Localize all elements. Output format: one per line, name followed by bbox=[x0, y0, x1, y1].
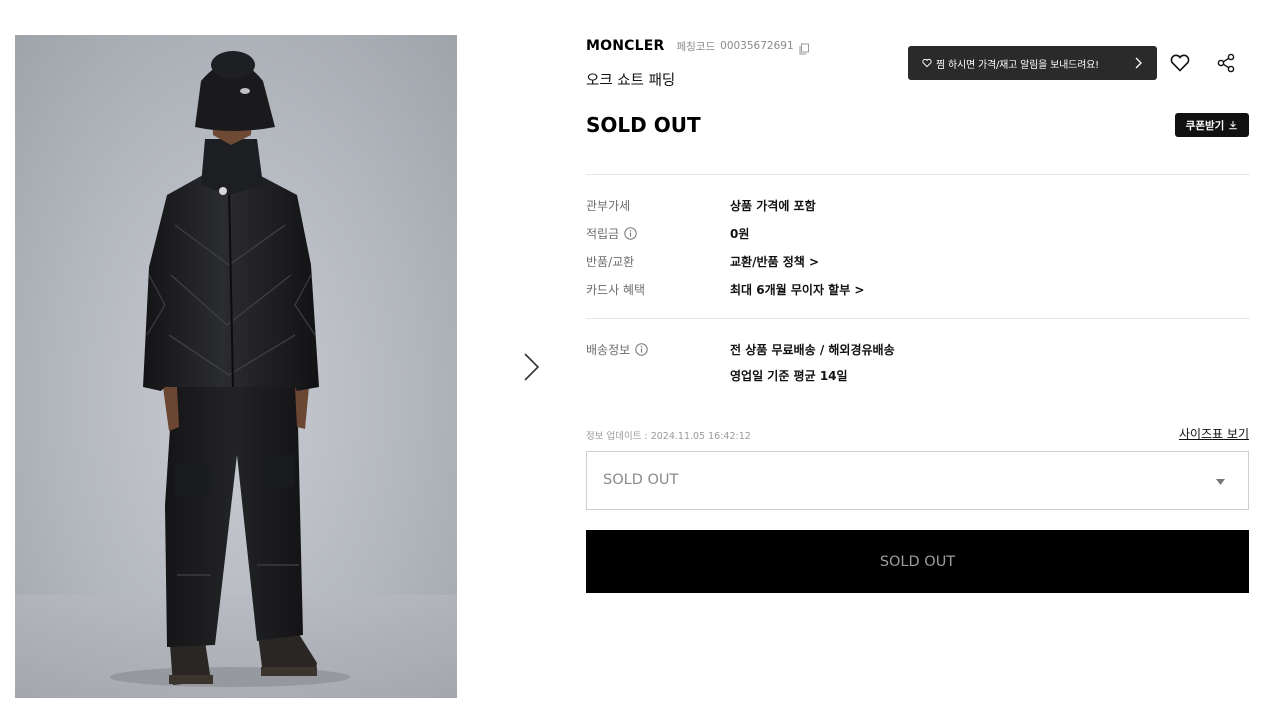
product-image bbox=[15, 35, 457, 698]
next-image-button[interactable] bbox=[516, 350, 544, 384]
divider bbox=[586, 318, 1250, 319]
info-update-timestamp: 정보 업데이트 : 2024.11.05 16:42:12 bbox=[586, 431, 751, 442]
customs-tax-label: 관부가세 bbox=[586, 199, 631, 213]
points-value: 0원 bbox=[730, 227, 750, 241]
heart-icon bbox=[922, 58, 932, 68]
product-photo-illustration bbox=[15, 51, 457, 698]
sold-out-heading: SOLD OUT bbox=[586, 113, 701, 137]
info-icon[interactable] bbox=[624, 227, 637, 240]
coupon-button-label: 쿠폰받기 bbox=[1185, 119, 1225, 132]
option-select-dropdown[interactable]: SOLD OUT bbox=[586, 451, 1249, 510]
heart-icon bbox=[1170, 54, 1190, 72]
download-icon bbox=[1229, 121, 1238, 130]
info-icon[interactable] bbox=[635, 343, 648, 356]
size-chart-link[interactable]: 사이즈표 보기 bbox=[1179, 425, 1249, 442]
chevron-right-icon bbox=[1135, 57, 1142, 69]
shipping-label: 배송정보 bbox=[586, 343, 631, 357]
points-label: 적립금 bbox=[586, 227, 620, 241]
wishlist-button[interactable] bbox=[1169, 52, 1191, 74]
brand-name[interactable]: MONCLER bbox=[586, 38, 665, 54]
wishlist-alert-tooltip[interactable]: 찜 하시면 가격/재고 알림을 보내드려요! bbox=[908, 46, 1157, 80]
product-info-panel: MONCLER 페칭코드 00035672691 오크 쇼트 패딩 SOLD O… bbox=[586, 0, 1250, 702]
sold-out-button[interactable]: SOLD OUT bbox=[586, 530, 1249, 593]
share-icon bbox=[1217, 53, 1235, 73]
coupon-download-button[interactable]: 쿠폰받기 bbox=[1175, 113, 1249, 137]
caret-down-icon bbox=[1216, 479, 1225, 485]
card-benefit-link[interactable]: 최대 6개월 무이자 할부 > bbox=[730, 281, 864, 298]
share-button[interactable] bbox=[1215, 52, 1237, 74]
customs-tax-value: 상품 가격에 포함 bbox=[730, 199, 816, 213]
card-benefit-label: 카드사 혜택 bbox=[586, 283, 646, 297]
points-label-row: 적립금 bbox=[586, 225, 637, 242]
product-title: 오크 쇼트 패딩 bbox=[586, 73, 676, 89]
return-exchange-label: 반품/교환 bbox=[586, 255, 635, 269]
brand-row: MONCLER 페칭코드 00035672691 bbox=[586, 37, 810, 55]
option-select-value: SOLD OUT bbox=[603, 472, 679, 488]
product-code-value: 00035672691 bbox=[720, 40, 794, 52]
shipping-label-row: 배송정보 bbox=[586, 341, 648, 358]
copy-icon[interactable] bbox=[798, 40, 810, 55]
chevron-right-icon bbox=[524, 353, 540, 381]
product-code-label: 페칭코드 bbox=[676, 40, 716, 53]
divider bbox=[586, 174, 1250, 175]
wishlist-alert-text: 찜 하시면 가격/재고 알림을 보내드려요! bbox=[936, 59, 1099, 71]
shipping-info-line1: 전 상품 무료배송 / 해외경유배송 bbox=[730, 343, 895, 357]
shipping-info-line2: 영업일 기준 평균 14일 bbox=[730, 369, 848, 383]
return-policy-link[interactable]: 교환/반품 정책 > bbox=[730, 253, 819, 270]
